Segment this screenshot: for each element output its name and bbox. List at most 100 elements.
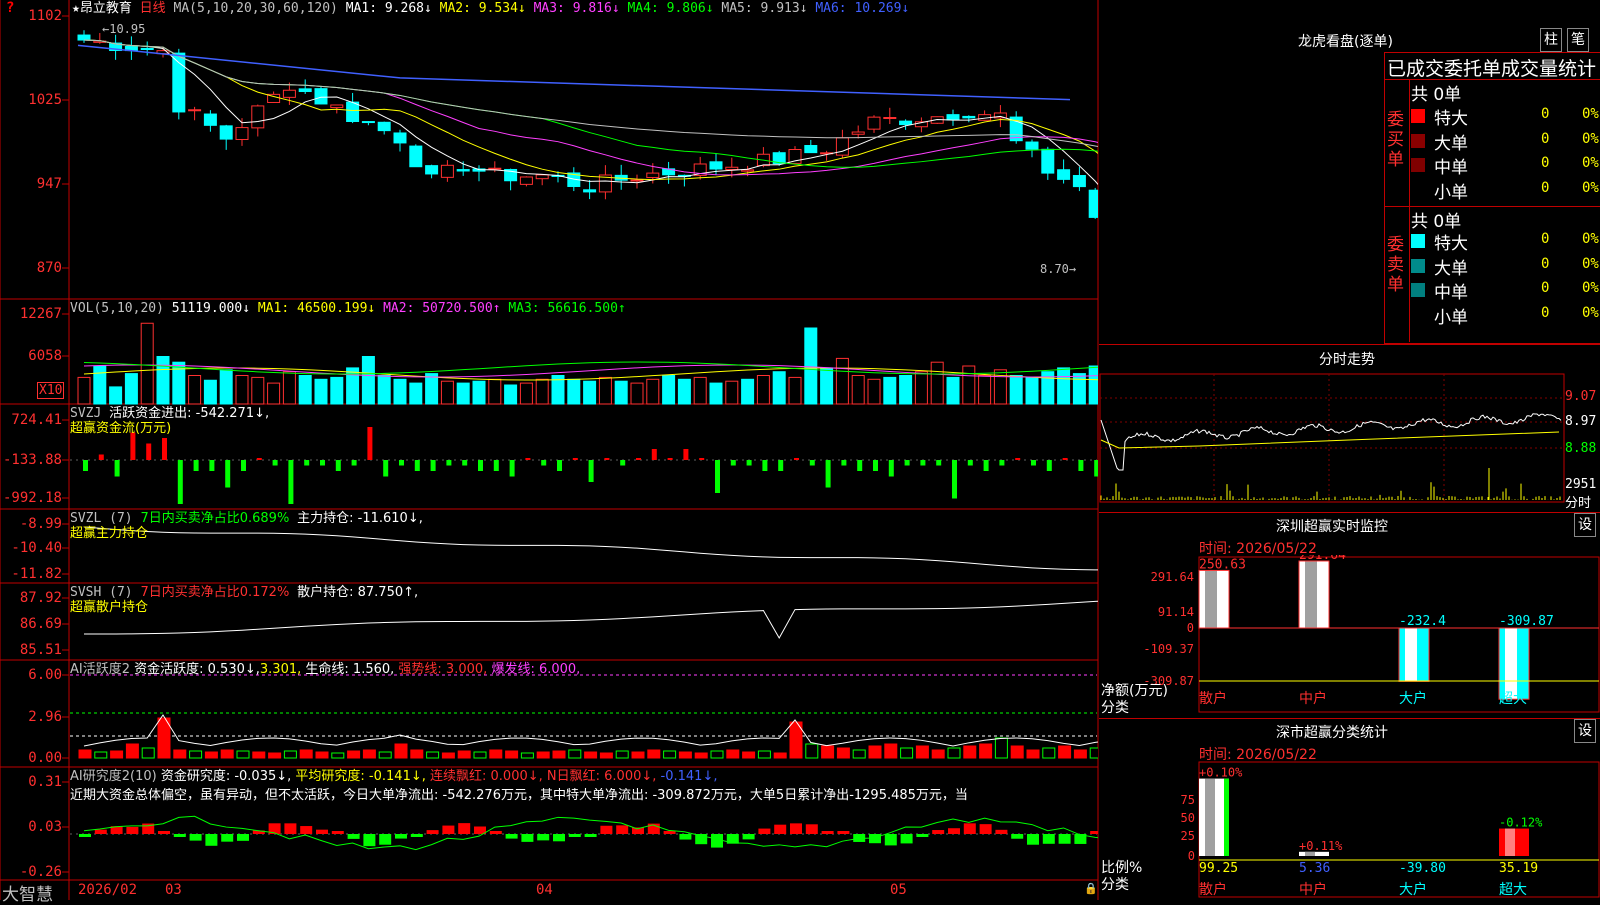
intraday-chart[interactable] [1099,370,1600,510]
tick-mode-button[interactable]: 笔 [1567,28,1589,52]
candle [440,164,454,178]
ai1-life: 生命线: 1.560, [305,662,395,677]
low-note: 8.70→ [1040,262,1077,276]
classify-bar-accent [1224,778,1229,856]
lock-icon[interactable]: 🔒 [1084,882,1098,895]
research-bar [1027,834,1039,845]
monitor-y-tick: 291.64 [1151,570,1194,584]
order-size-label: 特大 [1434,109,1468,129]
classify-category: 散户 [1199,881,1227,898]
activity-bar [663,750,677,759]
ai1-val2: 3.301, [259,662,302,677]
order-count: 0 [1541,280,1550,296]
ma-label: MA(5,10,20,30,60,120) [173,1,338,16]
activity-bar [868,745,882,759]
candle [219,125,233,140]
fund-flow-bar [493,460,499,471]
activity-bar [821,745,835,759]
volume-bar [456,382,470,405]
legend-swatch [1411,258,1425,273]
order-count: 0 [1541,155,1550,171]
volume-bar [756,375,770,405]
svsh-legend: SVSH (7) 7日内买卖净占比0.172% 散户持仓: 87.750↑, [70,585,418,601]
research-bar [316,829,328,834]
activity-bar [1073,749,1087,759]
activity-bar [473,751,487,759]
brand-logo[interactable]: 大智慧 [2,880,53,905]
order-percent: 0% [1582,255,1599,272]
research-bar [1090,831,1098,834]
research-bar [489,831,502,834]
activity-bar [963,745,977,759]
research-bar [505,834,518,839]
date-tick: 05 [890,882,907,898]
activity-bar [1010,745,1024,759]
volume-bar [583,380,597,405]
activity-bar [252,751,266,759]
candle [741,169,755,172]
fund-flow-bar [762,460,768,471]
activity-bar [552,750,566,759]
monitor-category: 中户 [1299,690,1327,707]
candle [393,132,407,144]
fund-flow-bar [572,458,578,460]
research-bar [742,834,755,840]
y-axis-tick: 0.31 [28,774,62,790]
fund-flow-bar [1031,460,1036,466]
classify-bar [1199,778,1229,856]
bar-mode-button[interactable]: 柱 [1540,28,1562,52]
vol-ma2: MA2: 50720.500↑ [383,301,501,316]
activity-bar [1089,747,1098,759]
candle [851,131,865,135]
classify-bar-chart[interactable]: 75 50 25 0 +0.10% 99.25 散户 +0.11% 5.36 中户 -39.80 大户… [1099,760,1600,900]
research-bar [584,834,597,837]
order-count: 0 [1541,255,1550,272]
y-axis-tick: 87.92 [19,590,62,606]
help-icon[interactable]: ? [6,0,14,16]
candlestick-chart[interactable] [0,0,1098,900]
y-axis-tick: -8.99 [19,516,62,532]
vol-value: 51119.000↓ [171,301,251,316]
svzl-value: 主力持仓: -11.610↓, [297,511,423,526]
volume-bar [725,380,739,405]
candle [535,174,549,180]
monitor-category: 大户 [1399,690,1427,707]
ai2-cont-red: 连续飘红: 0.000↓, [430,769,543,784]
main-legend: ★昂立教育 日线 MA(5,10,20,30,60,120) MA1: 9.26… [72,1,909,17]
vol-unit-badge[interactable]: X10 [37,382,65,399]
research-bar [663,831,676,834]
activity-bar [773,752,787,759]
monitor-settings-button[interactable]: 设 [1574,513,1596,537]
svzl-ratio: 7日内买卖净占比0.689% [140,511,290,526]
y-axis-tick: -0.26 [19,864,62,880]
fund-flow-bar [399,460,404,466]
fund-flow-bar [841,460,847,466]
volume-bar [330,376,344,405]
ma-line [83,39,1098,186]
volume-bar [109,386,123,405]
monitor-title: 深圳超赢实时监控 [1276,519,1388,535]
fund-flow-bar [272,460,278,466]
candle [583,189,597,193]
ma-line [77,44,1071,101]
volume-bar [946,376,960,405]
vol-legend: VOL(5,10,20) 51119.000↓ MA1: 46500.199↓ … [70,301,626,317]
classify-settings-button[interactable]: 设 [1574,719,1596,743]
order-percent: 0% [1582,130,1599,147]
classify-y-tick: 50 [1181,811,1195,825]
monitor-bar-chart[interactable]: 291.64 91.14 0 -109.37 -309.87 250.63 散户 291.64… [1099,555,1600,715]
activity-bar [489,749,503,759]
ma2-value: MA2: 9.534↓ [439,1,526,16]
vol-ma1: MA1: 46500.199↓ [257,301,376,316]
activity-bar [520,752,534,759]
activity-bar [505,750,519,759]
candle [314,88,328,105]
y-axis-tick: 1025 [28,92,62,108]
divider [1099,718,1600,719]
candle [630,179,644,182]
fund-flow-bar [193,460,199,471]
activity-bar [884,743,898,759]
research-bar [410,834,423,837]
fund-flow-bar [462,460,468,466]
y-axis-tick: -992.18 [2,490,62,506]
